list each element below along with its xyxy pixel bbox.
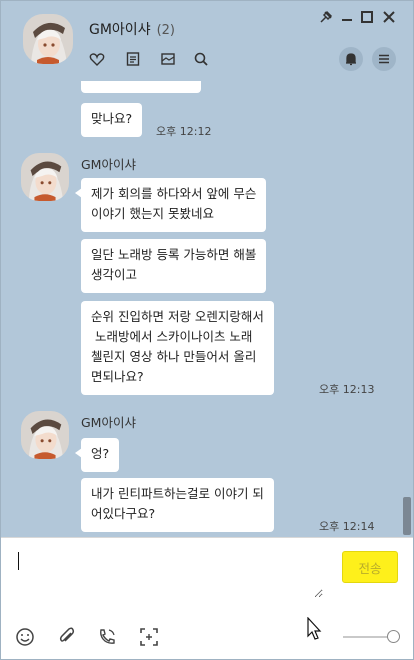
message-text-line: 일단 노래방 등록 가능하면 해볼 [91,247,257,262]
message-text-line: 노래방에서 스카이나이츠 노래 [91,329,253,344]
close-icon[interactable] [381,9,397,25]
message-input-area: 전송 [1,537,413,659]
sender-avatar[interactable] [21,411,69,459]
minimize-icon[interactable] [339,9,355,25]
mouse-cursor-icon [307,616,323,645]
message-text-line: 어있다구요? [91,506,156,521]
message-bubble[interactable]: 순위 진입하면 저랑 오렌지랑해서 노래방에서 스카이나이츠 노래 첼린지 영상… [81,301,274,395]
chat-header: GM아이샤 (2) [1,1,413,81]
emoji-icon[interactable] [14,626,36,648]
chat-scrollbar[interactable] [403,497,411,535]
message-time: 오후 12:14 [319,520,375,533]
opacity-slider[interactable] [343,636,393,638]
message-bubble[interactable]: 제가 회의를 하다와서 앞에 무슨 이야기 했는지 못봤네요 [74,178,267,232]
capture-icon[interactable] [138,626,160,648]
chat-window: GM아이샤 (2) 맞나요? 오후 12:12 GM아이샤 제가 회의를 하다와… [0,0,414,660]
message-text-line: 이야기 했는지 못봤네요 [91,206,214,221]
menu-icon[interactable] [372,47,396,71]
opacity-slider-knob[interactable] [387,630,400,643]
sender-name: GM아이샤 [81,157,136,172]
message-text-line: 면되나요? [91,369,144,384]
chat-title: GM아이샤 (2) [89,19,175,39]
member-count: (2) [156,23,175,38]
message-text: 엉? [91,446,110,461]
message-bubble-clipped [81,81,201,93]
message-text-line: 생각이고 [91,267,138,282]
message-text-line: 첼린지 영상 하나 만들어서 올리 [91,349,257,364]
profile-avatar[interactable] [23,14,73,64]
bell-icon[interactable] [339,47,363,71]
send-button[interactable]: 전송 [342,551,398,583]
message-bubble[interactable]: 내가 린티파트하는걸로 이야기 되 어있다구요? [81,478,274,532]
message-text-line: 순위 진입하면 저랑 오렌지랑해서 [91,309,264,324]
sender-name: GM아이샤 [81,415,136,430]
pin-icon[interactable] [318,9,334,25]
attach-icon[interactable] [56,626,78,648]
message-text: 맞나요? [91,111,133,126]
maximize-icon[interactable] [359,9,375,25]
chat-messages-area[interactable]: 맞나요? 오후 12:12 GM아이샤 제가 회의를 하다와서 앞에 무슨 이야… [1,81,413,537]
message-text-line: 내가 린티파트하는걸로 이야기 되 [91,486,264,501]
call-icon[interactable] [96,626,118,648]
message-time: 오후 12:12 [156,125,212,138]
album-icon[interactable] [158,49,178,69]
message-bubble[interactable]: 일단 노래방 등록 가능하면 해볼 생각이고 [81,239,267,293]
chat-title-text: GM아이샤 [89,22,151,38]
message-input[interactable] [13,548,323,598]
heart-icon[interactable] [87,49,107,69]
message-bubble[interactable]: 엉? [74,438,120,472]
message-text-line: 제가 회의를 하다와서 앞에 무슨 [91,186,257,201]
sender-avatar[interactable] [21,153,69,201]
message-time: 오후 12:13 [319,383,375,396]
search-icon[interactable] [191,49,211,69]
text-caret [18,552,19,570]
document-icon[interactable] [123,49,143,69]
message-bubble[interactable]: 맞나요? [81,103,143,137]
